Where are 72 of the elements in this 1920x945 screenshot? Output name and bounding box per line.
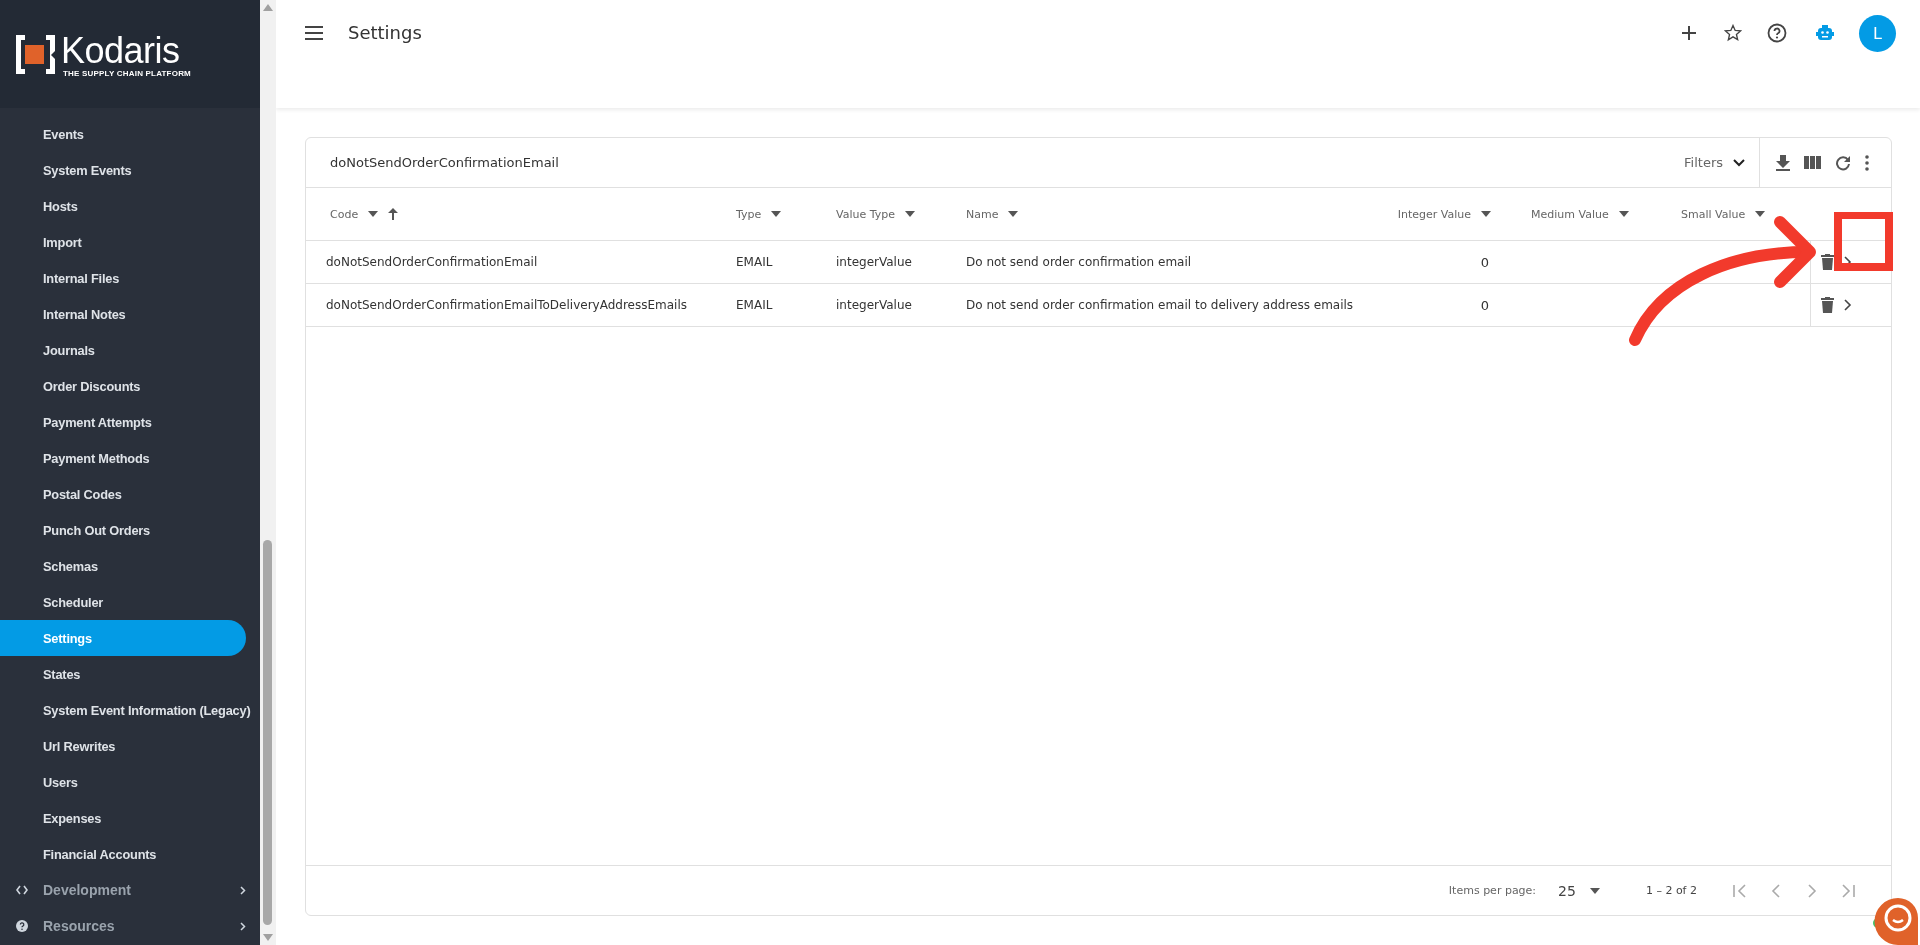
brand-tagline: THE SUPPLY CHAIN PLATFORM xyxy=(63,68,191,78)
sidebar-item[interactable]: Order Discounts xyxy=(0,368,246,404)
sidebar-item[interactable]: Postal Codes xyxy=(0,476,246,512)
sidebar-item[interactable]: Schemas xyxy=(0,548,246,584)
column-header[interactable]: Code xyxy=(330,207,399,221)
delete-icon[interactable] xyxy=(1821,297,1834,313)
sidebar-item[interactable]: Hosts xyxy=(0,188,246,224)
scrollbar-thumb[interactable] xyxy=(263,540,272,925)
table-cell: Do not send order confirmation email xyxy=(966,255,1192,269)
sidebar-item[interactable]: Internal Files xyxy=(0,260,246,296)
sort-caret-icon[interactable] xyxy=(1618,211,1629,217)
help-icon xyxy=(14,920,30,932)
sort-ascending-icon xyxy=(388,208,399,220)
highlight-box xyxy=(1834,212,1893,271)
sort-caret-icon[interactable] xyxy=(905,211,915,217)
sidebar-item[interactable]: Scheduler xyxy=(0,584,246,620)
sidebar-item[interactable]: Journals xyxy=(0,332,246,368)
sort-caret-icon[interactable] xyxy=(368,211,379,217)
filters-button[interactable]: Filters xyxy=(1670,138,1760,187)
table-cell: 0 xyxy=(1480,297,1489,313)
logo-icon xyxy=(16,34,55,74)
sidebar-item[interactable]: Expenses xyxy=(0,800,246,836)
delete-icon[interactable] xyxy=(1821,254,1834,270)
refresh-icon[interactable] xyxy=(1835,154,1851,171)
sort-caret-icon[interactable] xyxy=(1755,211,1766,217)
page-size-select[interactable]: 25 xyxy=(1552,881,1606,900)
sidebar-item[interactable]: Financial Accounts xyxy=(0,836,246,872)
sidebar-item[interactable]: Payment Attempts xyxy=(0,404,246,440)
brand-name: Kodaris xyxy=(61,32,181,69)
search-field[interactable]: doNotSendOrderConfirmationEmail xyxy=(306,141,1671,184)
sort-caret-icon[interactable] xyxy=(1008,211,1019,217)
code-icon xyxy=(14,885,30,895)
table-cell: EMAIL xyxy=(736,255,773,269)
table-cell: doNotSendOrderConfirmationEmailToDeliveryAddressEmails xyxy=(326,298,687,312)
column-header[interactable]: Value Type xyxy=(836,207,915,221)
sidebar-item[interactable]: Import xyxy=(0,224,246,260)
chat-widget-icon[interactable] xyxy=(1872,896,1920,945)
sidebar-item[interactable]: Internal Notes xyxy=(0,296,246,332)
sidebar-item[interactable]: Events xyxy=(0,116,246,152)
sort-caret-icon[interactable] xyxy=(771,211,782,217)
more-icon[interactable] xyxy=(1865,154,1869,171)
sidebar-item[interactable]: Payment Methods xyxy=(0,440,246,476)
column-header[interactable]: Small Value xyxy=(1681,207,1766,221)
column-header[interactable]: Type xyxy=(736,207,782,221)
columns-icon[interactable] xyxy=(1804,156,1821,169)
chevron-down-icon xyxy=(1733,158,1745,167)
sidebar-item[interactable]: States xyxy=(0,656,246,692)
chevron-right-icon[interactable] xyxy=(1844,299,1852,311)
robot-icon xyxy=(1816,25,1834,41)
caret-icon xyxy=(1589,887,1600,894)
table-cell: EMAIL xyxy=(736,298,773,312)
sidebar-item[interactable]: Users xyxy=(0,764,246,800)
table-cell: integerValue xyxy=(836,255,912,269)
table-cell: doNotSendOrderConfirmationEmail xyxy=(326,255,538,269)
sidebar-item[interactable]: Punch Out Orders xyxy=(0,512,246,548)
sidebar-group[interactable]: Resources xyxy=(0,908,260,944)
sort-caret-icon[interactable] xyxy=(1481,211,1491,217)
column-header[interactable]: Name xyxy=(966,207,1019,221)
table-cell: integerValue xyxy=(836,298,912,312)
sidebar-group[interactable]: Development xyxy=(0,872,260,908)
table-cell: 0 xyxy=(1480,254,1489,270)
chevron-right-icon xyxy=(240,921,246,931)
page-range: 1 – 2 of 2 xyxy=(1645,884,1697,897)
items-per-page-label: Items per page: xyxy=(1448,884,1537,897)
page-title: Settings xyxy=(348,21,423,45)
sidebar-item[interactable]: System Events xyxy=(0,152,246,188)
download-icon[interactable] xyxy=(1776,154,1790,171)
column-header[interactable]: Integer Value xyxy=(1397,207,1491,221)
chevron-right-icon xyxy=(240,885,246,895)
table-cell: Do not send order confirmation email to delivery address emails xyxy=(966,298,1354,312)
sidebar-item[interactable]: Url Rewrites xyxy=(0,728,246,764)
column-header[interactable]: Medium Value xyxy=(1531,207,1629,221)
